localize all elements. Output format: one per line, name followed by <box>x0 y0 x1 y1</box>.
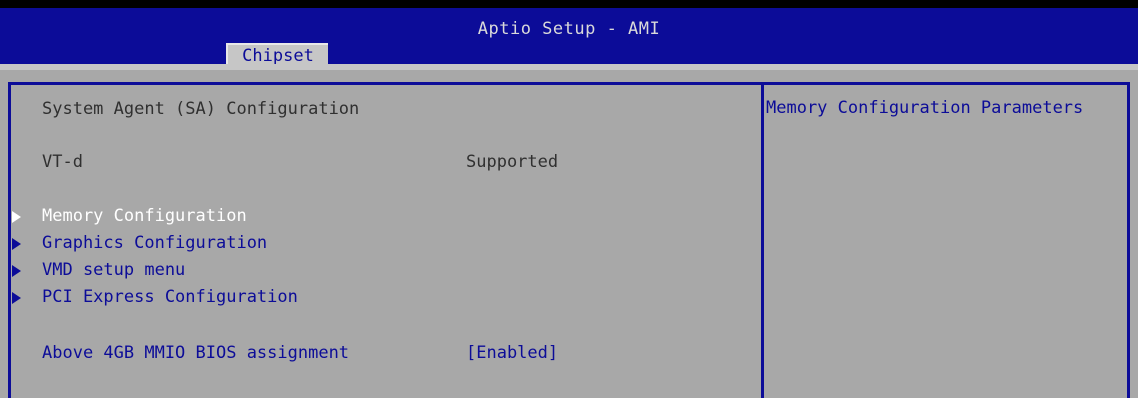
triangle-right-icon <box>12 265 21 277</box>
vtd-label: VT-d <box>42 152 83 172</box>
frame-right-border <box>1127 82 1130 398</box>
frame-top-border <box>8 82 1130 85</box>
triangle-right-icon <box>12 292 21 304</box>
header-bar: Aptio Setup - AMI Chipset <box>0 8 1138 66</box>
submenu-label: Memory Configuration <box>42 206 247 226</box>
frame-divider <box>761 82 764 398</box>
header-title: Aptio Setup - AMI <box>477 19 661 39</box>
submenu-label: VMD setup menu <box>42 260 186 280</box>
option-value[interactable]: [Enabled] <box>466 342 558 364</box>
frame-left-border <box>8 82 11 398</box>
top-strip <box>0 0 1138 8</box>
bios-setup-screen: Aptio Setup - AMI Chipset System Agent (… <box>0 0 1138 398</box>
vtd-value: Supported <box>466 152 559 172</box>
help-text: Memory Configuration Parameters <box>766 98 1084 118</box>
submenu-label: Graphics Configuration <box>42 233 268 253</box>
tab-chipset[interactable]: Chipset <box>226 43 328 66</box>
section-title: System Agent (SA) Configuration <box>42 99 360 119</box>
submenu-label: PCI Express Configuration <box>42 287 298 307</box>
triangle-right-icon <box>12 238 21 250</box>
triangle-right-icon <box>12 211 21 223</box>
option-label: Above 4GB MMIO BIOS assignment <box>42 343 350 363</box>
